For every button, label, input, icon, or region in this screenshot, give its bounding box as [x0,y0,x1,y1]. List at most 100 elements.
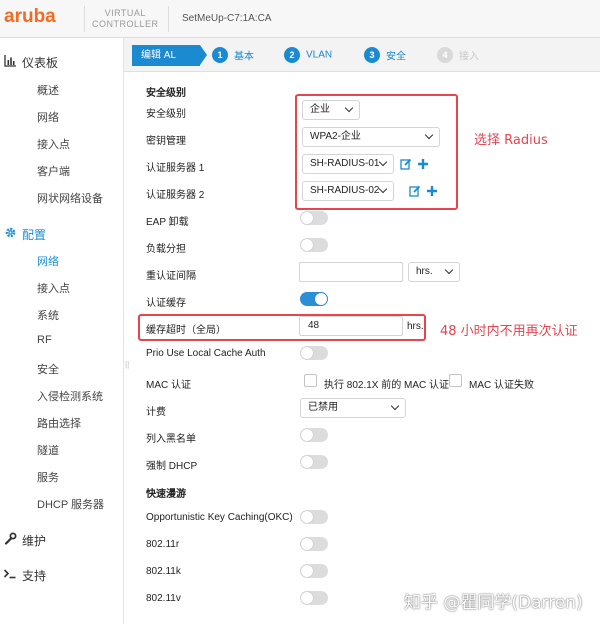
blacklist-toggle[interactable] [300,428,328,442]
auth-cache-label: 认证缓存 [146,298,186,309]
80211r-label: 802.11r [146,539,180,550]
auth-server-1-label: 认证服务器 1 [146,163,205,174]
auth-server-2-label: 认证服务器 2 [146,190,205,201]
toggle-knob [301,592,313,604]
mac-auth-fail-checkbox[interactable] [449,374,462,387]
80211k-toggle[interactable] [300,564,328,578]
sidebar-item-config-access-points[interactable]: 接入点 [37,280,70,296]
section-heading-security: 安全级别 [146,88,186,99]
load-balancing-label: 负载分担 [146,244,186,255]
step-access: 4 接入 [437,47,479,63]
watermark: 知乎 @瞿同学(Darren) [404,593,583,613]
sidebar-item-system[interactable]: 系统 [37,307,59,323]
sidebar-item-tunneling[interactable]: 隧道 [37,442,59,458]
toggle-knob [301,511,313,523]
product-name: VIRTUAL CONTROLLER [92,8,159,30]
chevron-down-icon [390,401,400,411]
sidebar-item-routing[interactable]: 路由选择 [37,415,81,431]
sidebar-item-networks[interactable]: 网络 [37,109,59,125]
aruba-logo[interactable]: aruba [4,6,56,28]
gear-icon [3,226,17,240]
sidebar-item-mesh-devices[interactable]: 网状网络设备 [37,190,103,206]
reauth-interval-unit-select[interactable]: hrs. [408,262,460,282]
mac-auth-fail-label: MAC 认证失败 [469,380,534,391]
mac-auth-before-8021x-checkbox[interactable] [304,374,317,387]
sidebar-section-label: 配置 [22,228,47,242]
prio-local-cache-toggle[interactable] [300,346,328,360]
section-heading-fast-roaming: 快速漫游 [146,489,186,500]
toggle-knob [301,429,313,441]
step-label: VLAN [306,49,333,61]
toggle-knob [301,347,313,359]
sidebar: 仪表板 概述 网络 接入点 客户端 网状网络设备 配置 网络 接入点 系统 RF… [0,38,124,624]
sidebar-section-label: 支持 [22,569,47,583]
step-number: 2 [284,47,300,63]
sidebar-item-security[interactable]: 安全 [37,361,59,377]
80211k-label: 802.11k [146,566,181,577]
toggle-knob [301,565,313,577]
key-management-label: 密钥管理 [146,136,186,147]
eap-offload-toggle[interactable] [300,211,328,225]
reauth-interval-label: 重认证间隔 [146,271,196,282]
80211v-toggle[interactable] [300,591,328,605]
mac-auth-label: MAC 认证 [146,380,191,391]
step-label: 接入 [459,51,479,63]
sidebar-section-label: 仪表板 [22,56,59,70]
step-vlan[interactable]: 2 VLAN [284,47,332,63]
sidebar-item-dhcp-server[interactable]: DHCP 服务器 [37,496,104,512]
wizard-step-bar: 编辑 AL 1 基本 2 VLAN 3 安全 4 接入 [124,38,600,72]
product-line-1: VIRTUAL [104,8,146,18]
step-number: 4 [437,47,453,63]
80211r-toggle[interactable] [300,537,328,551]
terminal-icon [3,567,17,581]
okc-toggle[interactable] [300,510,328,524]
step-label: 基本 [234,51,254,63]
reauth-interval-input[interactable] [299,262,403,282]
sidebar-section-label: 维护 [22,534,47,548]
bar-chart-icon [3,54,17,68]
annotation-note-cache-timeout: 48 小时内不用再次认证 [440,324,578,339]
top-header: aruba VIRTUAL CONTROLLER SetMeUp-C7:1A:C… [0,0,600,38]
step-number: 3 [364,47,380,63]
sidebar-item-config-networks[interactable]: 网络 [37,253,59,269]
security-level-label: 安全级别 [146,109,186,120]
mac-auth-before-8021x-label: 执行 802.1X 前的 MAC 认证 [324,380,450,391]
step-label: 安全 [386,51,406,63]
sidebar-item-services[interactable]: 服务 [37,469,59,485]
step-number: 1 [212,47,228,63]
toggle-knob [315,293,327,305]
toggle-knob [301,212,313,224]
wrench-icon [3,532,17,546]
sidebar-item-clients[interactable]: 客户端 [37,163,70,179]
eap-offload-label: EAP 卸载 [146,217,189,228]
reauth-interval-unit: hrs. [416,266,433,277]
accounting-value: 已禁用 [308,402,338,413]
prio-local-cache-label: Prio Use Local Cache Auth [146,348,266,359]
force-dhcp-label: 强制 DHCP [146,461,198,472]
okc-label: Opportunistic Key Caching(OKC) [146,512,293,523]
sidebar-item-overview[interactable]: 概述 [37,82,59,98]
annotation-box-radius [295,94,458,210]
auth-cache-toggle[interactable] [300,292,328,306]
load-balancing-toggle[interactable] [300,238,328,252]
step-basic[interactable]: 1 基本 [212,47,254,63]
header-divider-2 [168,6,169,32]
chevron-down-icon [444,265,454,275]
device-name: SetMeUp-C7:1A:CA [182,13,272,24]
sidebar-item-ids[interactable]: 入侵检测系统 [37,388,103,404]
blacklist-label: 列入黑名单 [146,434,196,445]
security-settings-form: 安全级别 安全级别 企业 密钥管理 WPA2-企业 认证服务器 1 SH-RAD… [124,72,600,624]
sidebar-item-access-points[interactable]: 接入点 [37,136,70,152]
edit-network-tab[interactable]: 编辑 AL [132,45,207,66]
annotation-box-cache-timeout [138,314,426,341]
sidebar-item-rf[interactable]: RF [37,334,52,346]
toggle-knob [301,239,313,251]
force-dhcp-toggle[interactable] [300,455,328,469]
accounting-select[interactable]: 已禁用 [300,398,406,418]
annotation-note-radius: 选择 Radius [474,133,548,148]
step-security[interactable]: 3 安全 [364,47,406,63]
80211v-label: 802.11v [146,593,181,604]
toggle-knob [301,456,313,468]
toggle-knob [301,538,313,550]
accounting-label: 计费 [146,407,166,418]
